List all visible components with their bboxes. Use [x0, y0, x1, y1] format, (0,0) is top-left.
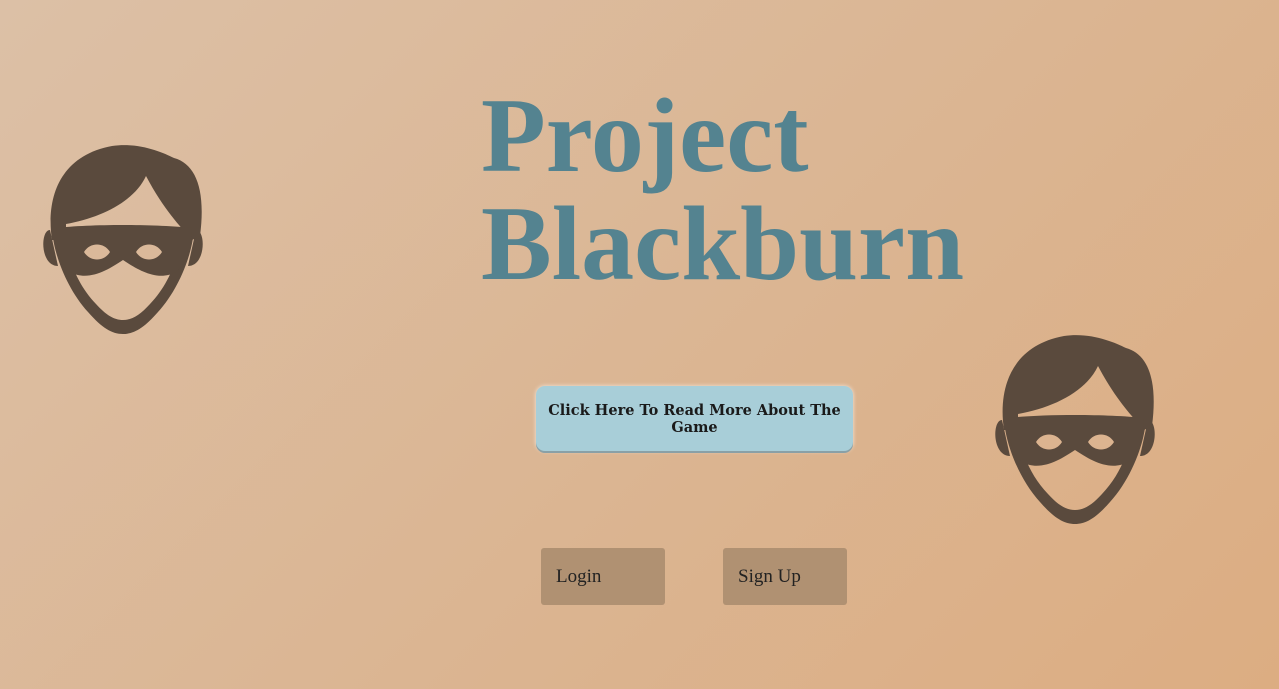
- title-line-1: Project: [481, 77, 809, 194]
- masked-thief-icon: [43, 145, 203, 334]
- page-title: Project Blackburn: [481, 82, 964, 298]
- login-button[interactable]: Login: [541, 548, 665, 605]
- signup-button[interactable]: Sign Up: [723, 548, 847, 605]
- read-more-button[interactable]: Click Here To Read More About The Game: [536, 386, 853, 451]
- masked-thief-icon: [995, 335, 1155, 524]
- title-line-2: Blackburn: [481, 185, 965, 302]
